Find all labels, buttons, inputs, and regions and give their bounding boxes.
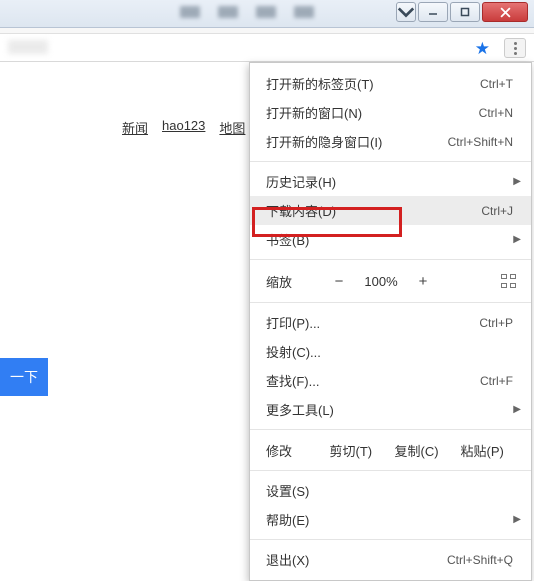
menu-label: 下载内容(D)	[266, 201, 481, 220]
page-content: 新闻 hao123 地图 视 一下 打开新的标签页(T)Ctrl+T 打开新的窗…	[0, 62, 534, 524]
shortcut: Ctrl+Shift+N	[448, 135, 513, 149]
menu-label: 打开新的窗口(N)	[266, 103, 479, 122]
submenu-arrow-icon: ▶	[513, 404, 521, 415]
shortcut: Ctrl+P	[479, 316, 513, 330]
menu-label: 打印(P)...	[266, 313, 479, 332]
menu-bookmarks[interactable]: 书签(B)▶	[250, 225, 531, 254]
address-bar: ★	[0, 34, 534, 62]
menu-settings[interactable]: 设置(S)	[250, 476, 531, 505]
menu-label: 打开新的标签页(T)	[266, 74, 480, 93]
menu-separator	[250, 539, 531, 540]
search-button[interactable]: 一下	[0, 358, 48, 396]
menu-separator	[250, 429, 531, 430]
menu-history[interactable]: 历史记录(H)▶	[250, 167, 531, 196]
minimize-button[interactable]	[418, 2, 448, 22]
fullscreen-icon[interactable]	[501, 274, 519, 288]
shortcut: Ctrl+N	[479, 106, 513, 120]
menu-label: 退出(X)	[266, 550, 447, 569]
close-button[interactable]	[482, 2, 528, 22]
menu-print[interactable]: 打印(P)...Ctrl+P	[250, 308, 531, 337]
menu-separator	[250, 259, 531, 260]
link-map[interactable]: 地图	[219, 118, 245, 137]
menu-separator	[250, 161, 531, 162]
menu-label: 更多工具(L)	[266, 400, 513, 419]
submenu-arrow-icon: ▶	[513, 514, 521, 525]
edit-label: 修改	[266, 441, 318, 460]
menu-label: 设置(S)	[266, 481, 513, 500]
window-titlebar	[0, 0, 534, 28]
menu-separator	[250, 302, 531, 303]
menu-label: 投射(C)...	[266, 342, 513, 361]
link-news[interactable]: 新闻	[122, 118, 148, 137]
menu-find[interactable]: 查找(F)...Ctrl+F	[250, 366, 531, 395]
menu-edit-row: 修改 剪切(T) 复制(C) 粘贴(P)	[250, 435, 531, 465]
menu-new-window[interactable]: 打开新的窗口(N)Ctrl+N	[250, 98, 531, 127]
link-hao123[interactable]: hao123	[162, 118, 205, 137]
menu-copy[interactable]: 复制(C)	[384, 441, 450, 460]
titlebar-blur	[180, 6, 314, 18]
maximize-button[interactable]	[450, 2, 480, 22]
submenu-arrow-icon: ▶	[513, 176, 521, 187]
menu-more-tools[interactable]: 更多工具(L)▶	[250, 395, 531, 424]
shortcut: Ctrl+Shift+Q	[447, 553, 513, 567]
window-buttons	[396, 2, 528, 22]
menu-cast[interactable]: 投射(C)...	[250, 337, 531, 366]
shortcut: Ctrl+J	[481, 204, 513, 218]
menu-cut[interactable]: 剪切(T)	[318, 441, 384, 460]
menu-exit[interactable]: 退出(X)Ctrl+Shift+Q	[250, 545, 531, 574]
zoom-label: 缩放	[266, 272, 318, 291]
menu-zoom: 缩放 − 100% +	[250, 265, 531, 297]
menu-new-tab[interactable]: 打开新的标签页(T)Ctrl+T	[250, 69, 531, 98]
zoom-value: 100%	[360, 274, 402, 289]
zoom-in-button[interactable]: +	[412, 273, 434, 290]
shortcut: Ctrl+T	[480, 77, 513, 91]
chrome-menu-button[interactable]	[504, 38, 526, 58]
menu-label: 帮助(E)	[266, 510, 513, 529]
bookmark-star-icon[interactable]: ★	[475, 39, 490, 59]
menu-downloads[interactable]: 下载内容(D)Ctrl+J	[250, 196, 531, 225]
zoom-out-button[interactable]: −	[328, 273, 350, 290]
menu-paste[interactable]: 粘贴(P)	[449, 441, 515, 460]
menu-label: 历史记录(H)	[266, 172, 513, 191]
chrome-dropdown-menu: 打开新的标签页(T)Ctrl+T 打开新的窗口(N)Ctrl+N 打开新的隐身窗…	[249, 62, 532, 581]
menu-separator	[250, 470, 531, 471]
menu-incognito[interactable]: 打开新的隐身窗口(I)Ctrl+Shift+N	[250, 127, 531, 156]
window-dropdown-button[interactable]	[396, 2, 416, 22]
submenu-arrow-icon: ▶	[513, 234, 521, 245]
shortcut: Ctrl+F	[480, 374, 513, 388]
address-blur	[8, 40, 48, 54]
menu-label: 查找(F)...	[266, 371, 480, 390]
menu-label: 打开新的隐身窗口(I)	[266, 132, 448, 151]
menu-label: 书签(B)	[266, 230, 513, 249]
menu-help[interactable]: 帮助(E)▶	[250, 505, 531, 534]
